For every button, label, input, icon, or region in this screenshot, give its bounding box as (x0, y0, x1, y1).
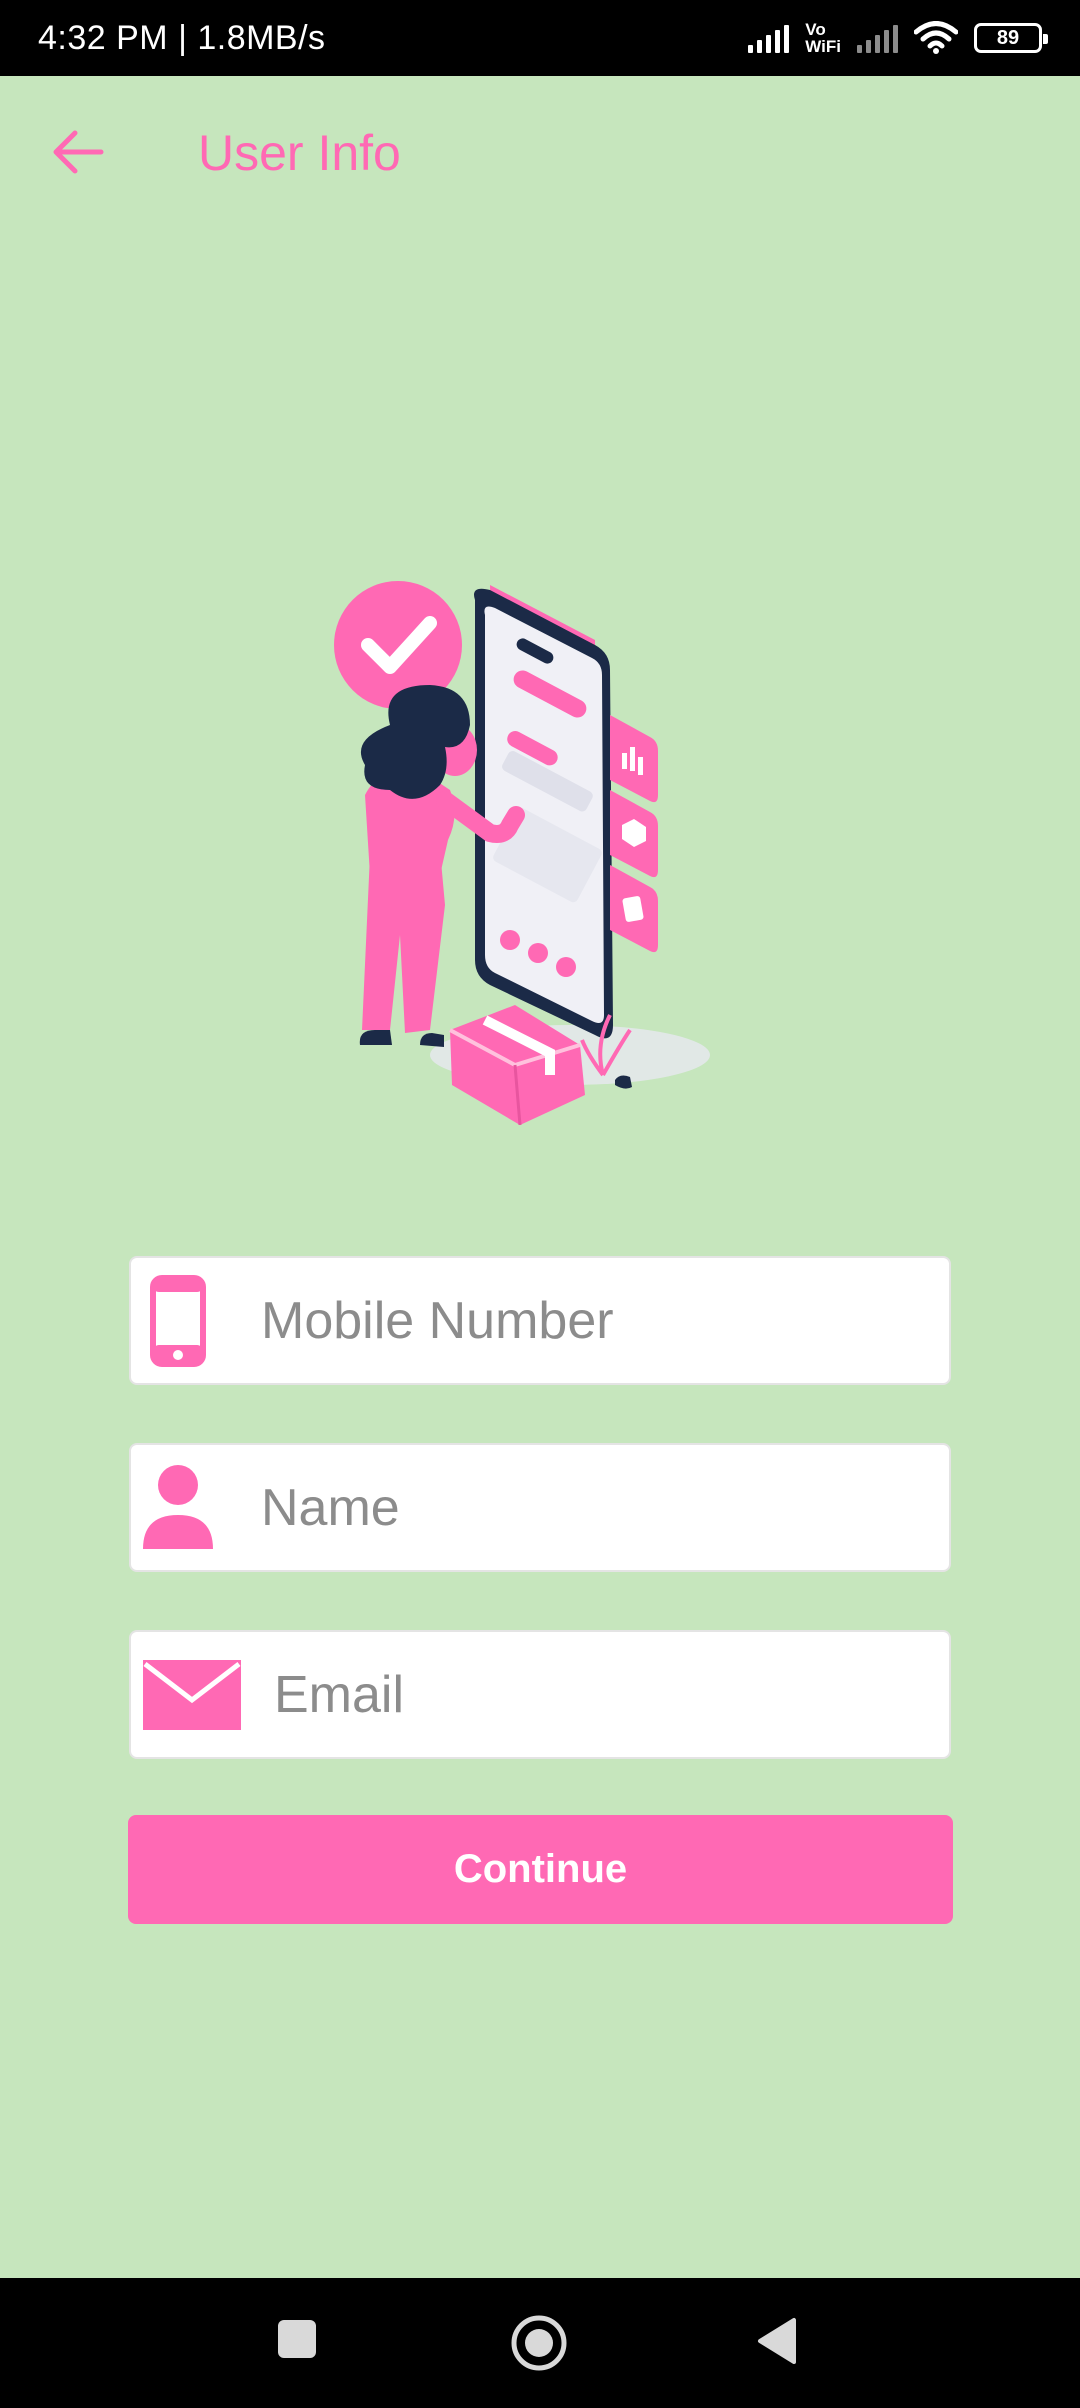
vowifi-indicator: Vo WiFi (805, 21, 841, 55)
continue-button[interactable]: Continue (128, 1815, 953, 1924)
system-nav-bar (0, 2278, 1080, 2408)
back-nav-button[interactable] (756, 2316, 798, 2371)
mobile-number-input[interactable] (261, 1258, 949, 1383)
cell-signal-2-icon (857, 23, 898, 53)
status-time-speed: 4:32 PM | 1.8MB/s (38, 18, 326, 57)
square-icon (278, 2320, 316, 2358)
battery-level: 89 (996, 26, 1020, 49)
person-icon (131, 1463, 261, 1553)
circle-home-icon (511, 2315, 567, 2371)
vowifi-bottom: WiFi (805, 37, 841, 56)
cell-signal-icon (748, 23, 790, 53)
triangle-back-icon (758, 2318, 796, 2364)
wifi-icon (914, 21, 958, 54)
status-icons: Vo WiFi 89 (748, 21, 1048, 55)
vowifi-top: Vo (805, 20, 826, 39)
woman-with-phone-illustration (334, 581, 710, 1125)
arrow-left-icon (53, 130, 104, 174)
back-button[interactable] (44, 118, 112, 186)
status-bar: 4:32 PM | 1.8MB/s Vo WiFi 89 (0, 0, 1080, 76)
envelope-icon (131, 1659, 274, 1730)
recents-button[interactable] (276, 2318, 318, 2365)
battery-indicator: 89 (974, 23, 1048, 53)
name-input[interactable] (261, 1445, 949, 1570)
home-button[interactable] (510, 2314, 568, 2377)
mobile-number-field[interactable] (129, 1256, 951, 1385)
email-input[interactable] (274, 1632, 949, 1757)
page-title: User Info (198, 125, 401, 181)
email-field[interactable] (129, 1630, 951, 1759)
phone-icon (131, 1274, 261, 1367)
name-field[interactable] (129, 1443, 951, 1572)
